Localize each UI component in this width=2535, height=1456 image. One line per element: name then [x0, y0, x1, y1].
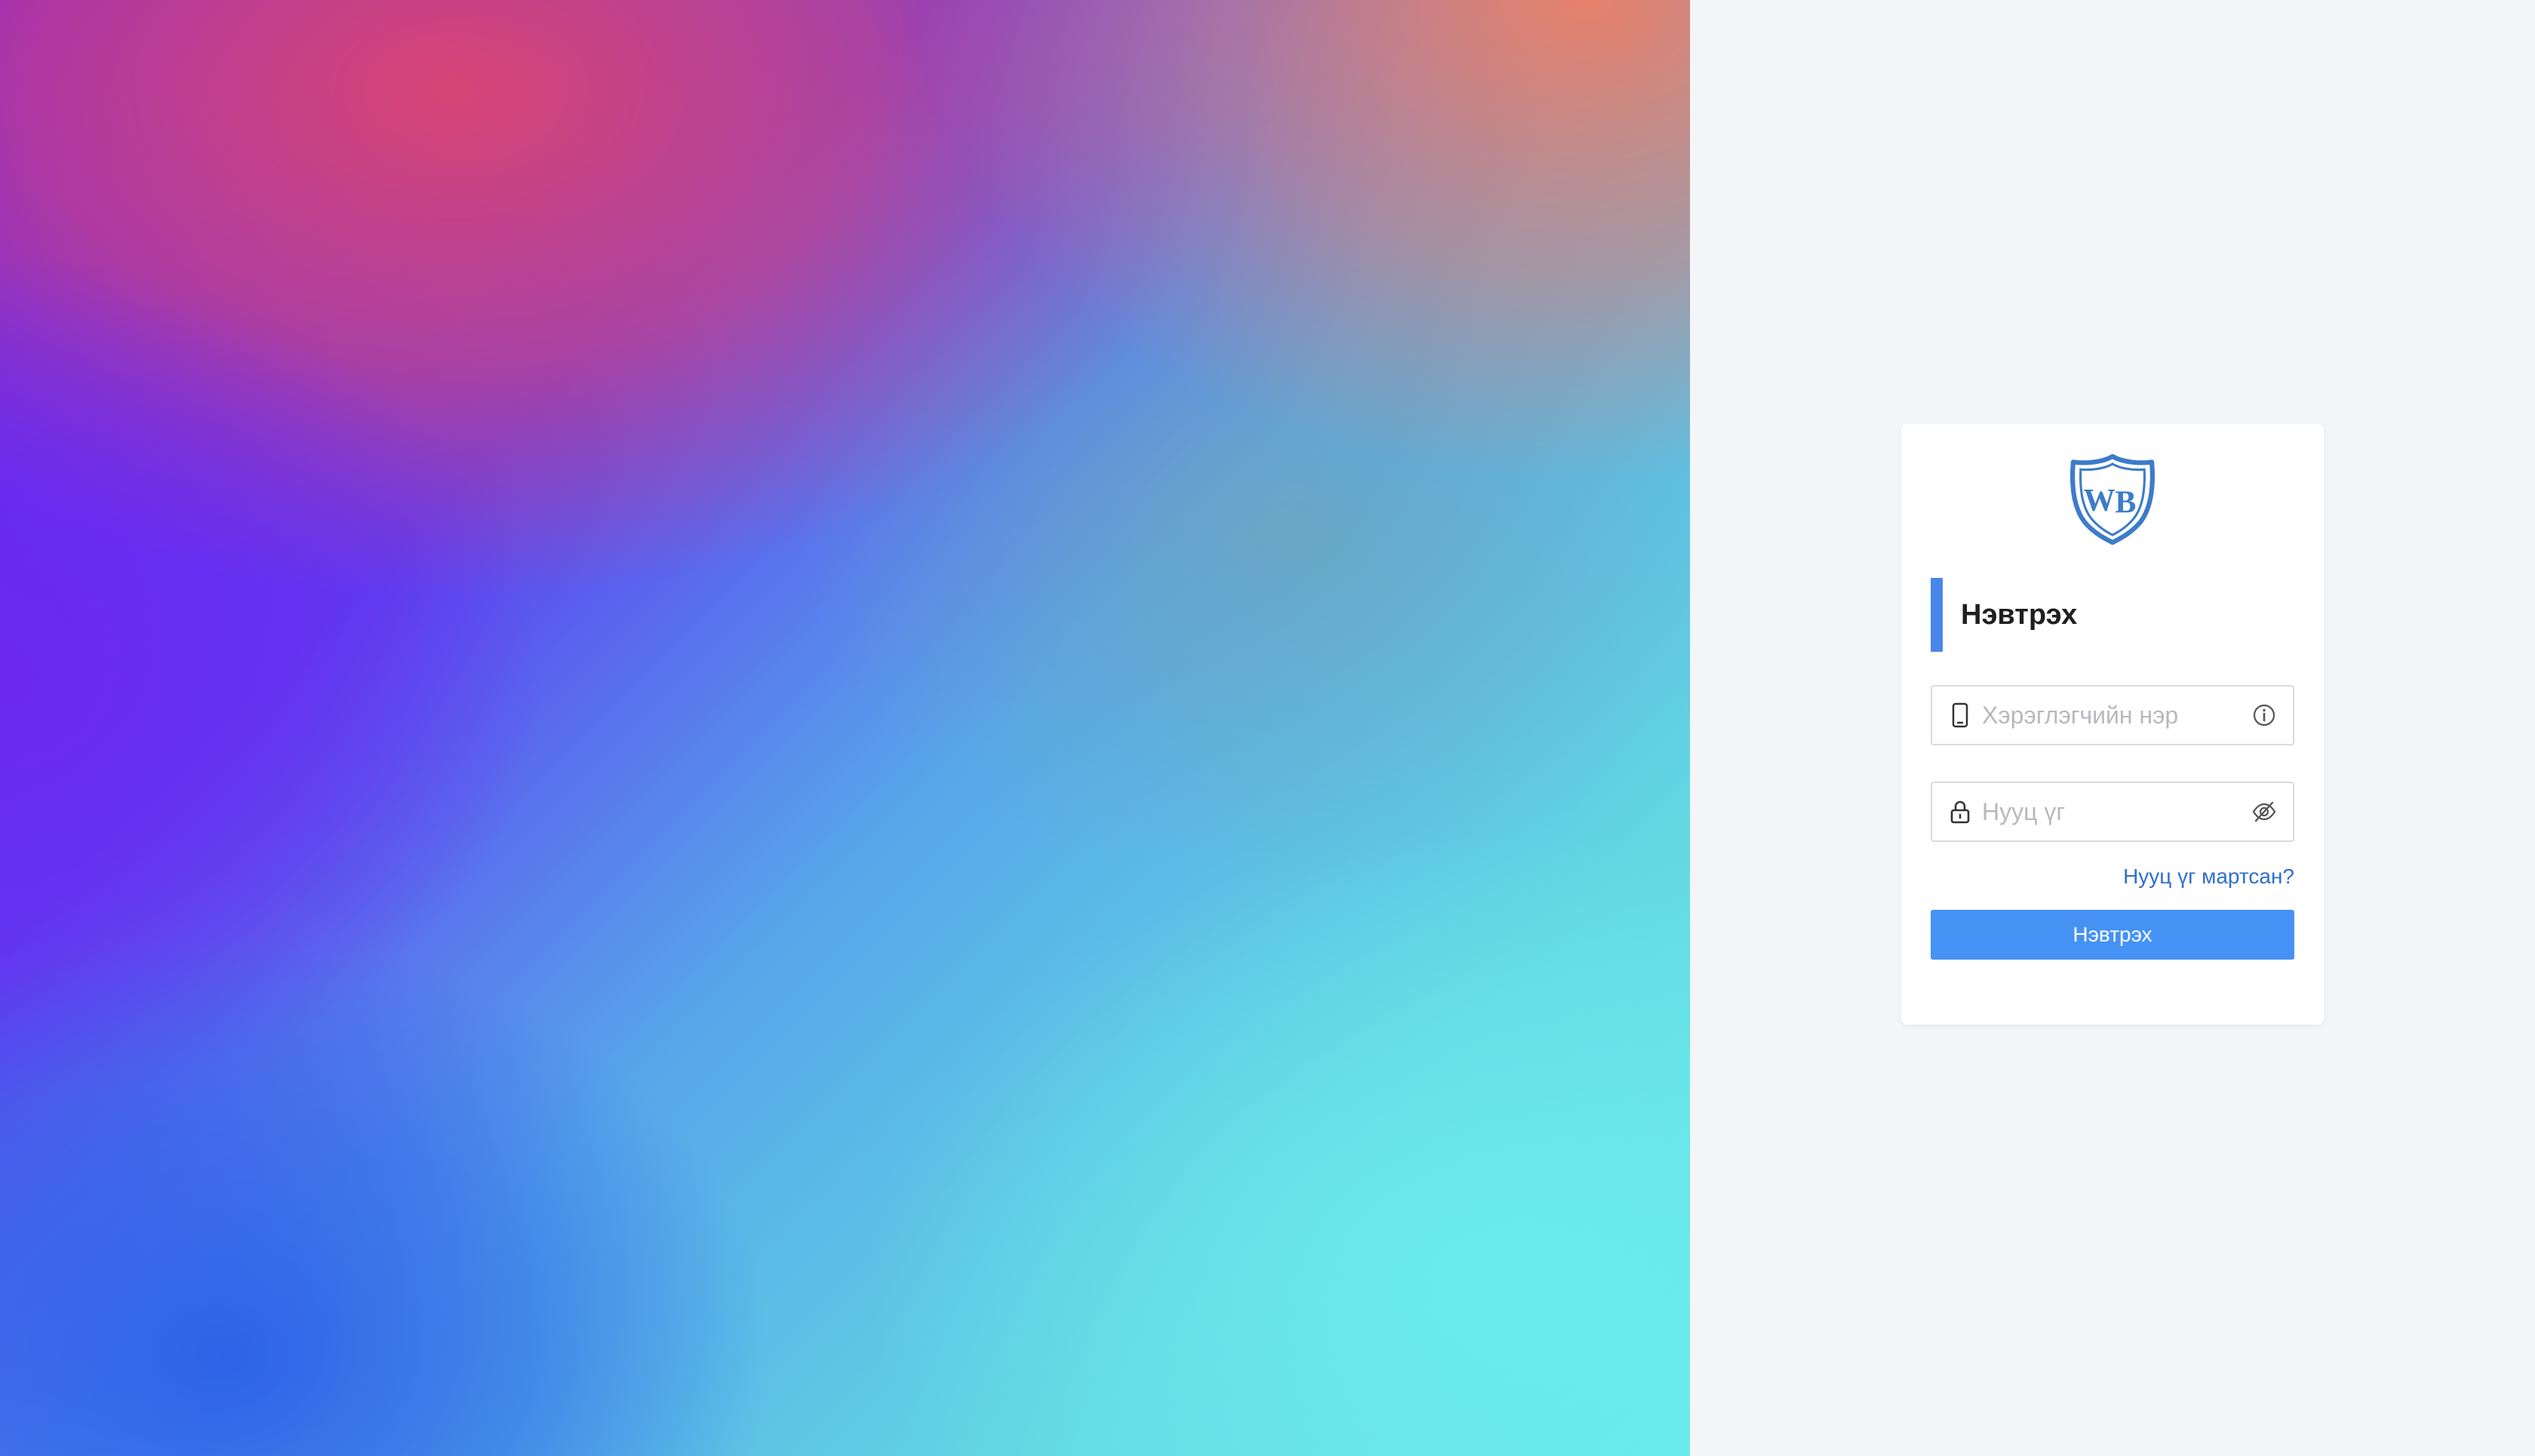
password-input[interactable] — [1980, 788, 2251, 835]
svg-text:W: W — [2084, 483, 2116, 518]
page-title: Нэвтрэх — [1961, 598, 2078, 631]
username-field[interactable] — [1931, 685, 2294, 745]
title-block: Нэвтрэх — [1931, 578, 2077, 652]
svg-text:B: B — [2115, 484, 2136, 520]
lock-icon — [1949, 798, 1971, 825]
login-card: W B Нэвтрэх Хэрэглэгчийн нэр Нууц үг мар… — [1901, 424, 2324, 1024]
eye-slash-icon[interactable] — [2251, 798, 2278, 825]
login-button[interactable]: Нэвтрэх — [1931, 910, 2294, 960]
wb-shield-logo: W B — [2069, 453, 2156, 545]
title-accent-bar — [1931, 578, 1943, 652]
background-gradient-panel — [0, 0, 1690, 1456]
password-field[interactable] — [1931, 782, 2294, 842]
info-circle-icon[interactable] — [2251, 702, 2278, 729]
mobile-phone-icon — [1949, 702, 1971, 729]
forgot-password-link[interactable]: Нууц үг мартсан? — [2123, 865, 2294, 889]
username-input[interactable] — [1980, 692, 2251, 739]
gradient-layer — [0, 0, 1690, 1456]
